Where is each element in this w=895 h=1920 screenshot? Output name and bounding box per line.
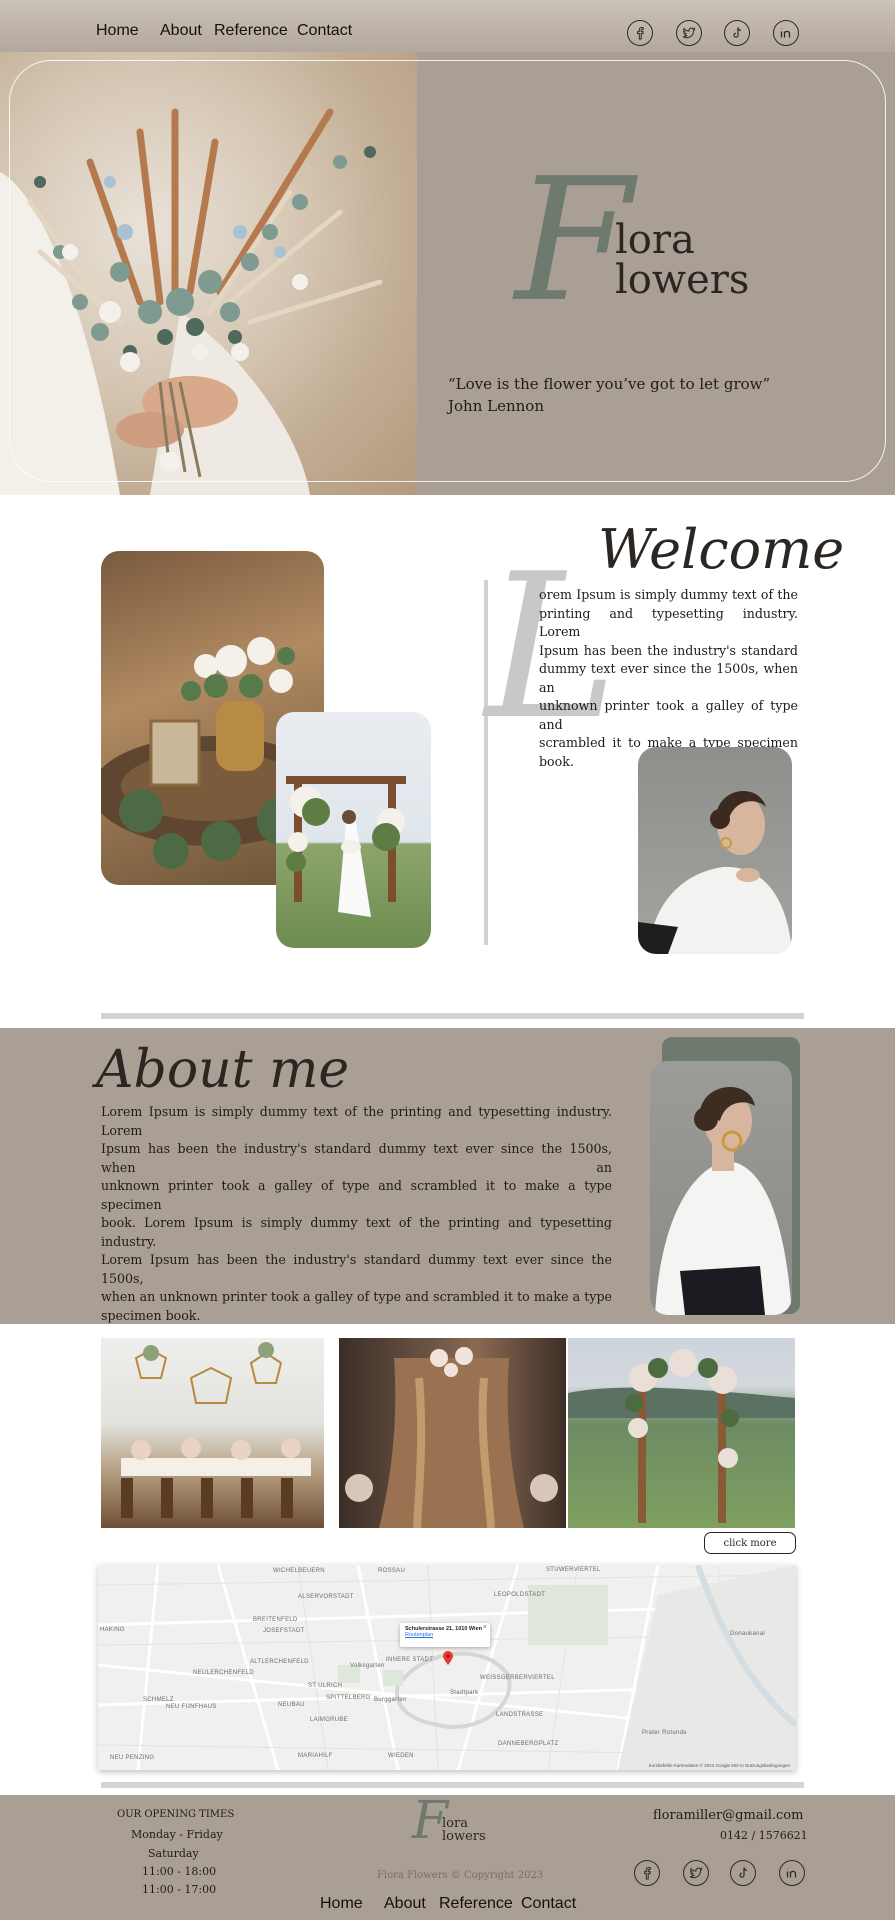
linkedin-icon[interactable] [779, 1860, 805, 1886]
footer-logo: F lora lowers [412, 1795, 492, 1853]
top-navigation: Home About Reference Contact [0, 0, 895, 52]
map-label: ALTLERCHENFELD [250, 1659, 309, 1665]
footer-nav-about[interactable]: About [384, 1895, 426, 1913]
map-label: DANNEBERGPLATZ [498, 1741, 559, 1747]
footer: OUR OPENING TIMES Monday - Friday Saturd… [0, 1795, 895, 1920]
twitter-icon[interactable] [683, 1860, 709, 1886]
braided-hair-photo [339, 1338, 566, 1529]
welcome-line: Ipsum has been the industry's standard [539, 642, 798, 658]
map-pin-icon[interactable] [443, 1651, 453, 1665]
hero-section: F lora lowers “Love is the flower you’ve… [0, 52, 895, 495]
facebook-icon[interactable] [627, 20, 653, 46]
map-label: NEULERCHENFELD [193, 1670, 254, 1676]
footer-nav-home[interactable]: Home [320, 1895, 363, 1913]
map-label: NEU PENZING [110, 1755, 155, 1761]
close-icon[interactable]: × [483, 1624, 487, 1631]
map-label: BREITENFELD [253, 1617, 298, 1623]
footer-nav-contact[interactable]: Contact [521, 1895, 576, 1913]
opening-days-weekday: Monday - Friday [131, 1828, 223, 1841]
tiktok-icon[interactable] [724, 20, 750, 46]
map-label: JOSEFSTADT [263, 1628, 305, 1634]
about-line: Ipsum has been the industry's standard d… [101, 1141, 612, 1175]
copyright: Flora Flowers © Copyright 2023 [377, 1870, 544, 1881]
floral-arch-field-photo [568, 1338, 795, 1528]
welcome-line: printing and typesetting industry. Lorem [539, 605, 798, 640]
about-line: Lorem Ipsum is simply dummy text of the … [101, 1104, 612, 1138]
linkedin-icon[interactable] [773, 20, 799, 46]
map-label: Burggarten [374, 1697, 407, 1703]
flora-flowers-logo: F lora lowers [515, 156, 765, 326]
about-section: About me Lorem Ipsum is simply dummy tex… [0, 1028, 895, 1324]
map-label: WEISSGERBERVIERTEL [480, 1675, 555, 1681]
contact-phone: 0142 / 1576621 [720, 1829, 808, 1842]
map-label: Volksgarten [350, 1663, 385, 1669]
opening-times-title: OUR OPENING TIMES [117, 1809, 235, 1820]
about-line: Lorem Ipsum has been the industry's stan… [101, 1252, 612, 1286]
map-label: Donaukanal [730, 1631, 766, 1637]
map-label: HAKING [100, 1627, 125, 1633]
map-label: WICHELBEUERN [273, 1568, 325, 1574]
welcome-paragraph: orem Ipsum is simply dummy text of the p… [539, 586, 798, 771]
welcome-title: Welcome [598, 518, 845, 581]
logo-line-lora: lora [615, 217, 695, 263]
woman-profile-photo [650, 1061, 792, 1315]
about-line: book. Lorem Ipsum is simply dummy text o… [101, 1215, 612, 1249]
map-label: LEOPOLDSTADT [494, 1592, 546, 1598]
section-divider [101, 1013, 804, 1019]
map-label: INNERE STADT [386, 1657, 434, 1663]
opening-hours-weekday: 11:00 - 18:00 [142, 1865, 217, 1878]
reception-hall-photo [101, 1338, 324, 1528]
footer-nav-reference[interactable]: Reference [439, 1895, 513, 1913]
map-attribution: Kurzbefehle Kartendaten © 2023 Google 50… [648, 1763, 790, 1768]
nav-home-link[interactable]: Home [96, 22, 139, 40]
map-label: MARIAHILF [298, 1753, 333, 1759]
nav-about-link[interactable]: About [160, 22, 202, 40]
location-map[interactable]: WICHELBEUERN ROSSAU STUWERVIERTEL ALSERV… [98, 1565, 796, 1770]
map-label: NEU FÜNFHAUS [166, 1704, 217, 1710]
logo-line-lowers: lowers [615, 257, 750, 303]
map-label: WIEDEN [388, 1753, 414, 1759]
map-label: ALSERVORSTADT [298, 1594, 354, 1600]
about-title: About me [96, 1040, 350, 1100]
woman-portrait-photo [638, 747, 792, 954]
nav-reference-link[interactable]: Reference [214, 22, 288, 40]
map-label: SPITTELBERG [326, 1695, 371, 1701]
map-info-popup: Schulerstrasse 21, 1010 Wien Routenplan … [400, 1623, 490, 1647]
map-label: LANDSTRASSE [496, 1712, 544, 1718]
welcome-line: dummy text ever since the 1500s, when an [539, 661, 798, 695]
click-more-button[interactable]: click more [704, 1532, 796, 1554]
map-label: LAIMGRUBE [310, 1717, 349, 1723]
map-label: ROSSAU [378, 1568, 406, 1574]
opening-hours-saturday: 11:00 - 17:00 [142, 1883, 217, 1896]
map-label: SCHMELZ [143, 1697, 174, 1703]
about-line: when an unknown printer took a galley of… [101, 1289, 612, 1304]
map-label: Stadtpark [450, 1690, 479, 1696]
wedding-arch-bride-photo [276, 712, 431, 948]
welcome-line: orem Ipsum is simply dummy text of the [539, 587, 798, 602]
welcome-line: unknown printer took a galley of type an… [539, 698, 798, 732]
about-paragraph: Lorem Ipsum is simply dummy text of the … [101, 1103, 612, 1325]
map-popup-link[interactable]: Routenplan [405, 1632, 485, 1638]
footer-logo-line2: lowers [442, 1829, 486, 1844]
opening-days-saturday: Saturday [148, 1847, 199, 1860]
map-label: Prater Rotunde [642, 1730, 687, 1736]
contact-email[interactable]: floramiller@gmail.com [653, 1808, 803, 1823]
section-divider-2 [101, 1782, 804, 1788]
tiktok-icon[interactable] [730, 1860, 756, 1886]
nav-contact-link[interactable]: Contact [297, 22, 352, 40]
map-label: ST ULRICH [308, 1683, 343, 1689]
map-label: NEUBAU [278, 1702, 305, 1708]
hero-quote: “Love is the flower you’ve got to let gr… [448, 375, 771, 393]
twitter-icon[interactable] [676, 20, 702, 46]
facebook-icon[interactable] [634, 1860, 660, 1886]
about-line: unknown printer took a galley of type an… [101, 1178, 612, 1212]
map-label: STUWERVIERTEL [546, 1567, 601, 1573]
hero-quote-author: John Lennon [448, 397, 544, 415]
about-line: specimen book. [101, 1307, 201, 1323]
